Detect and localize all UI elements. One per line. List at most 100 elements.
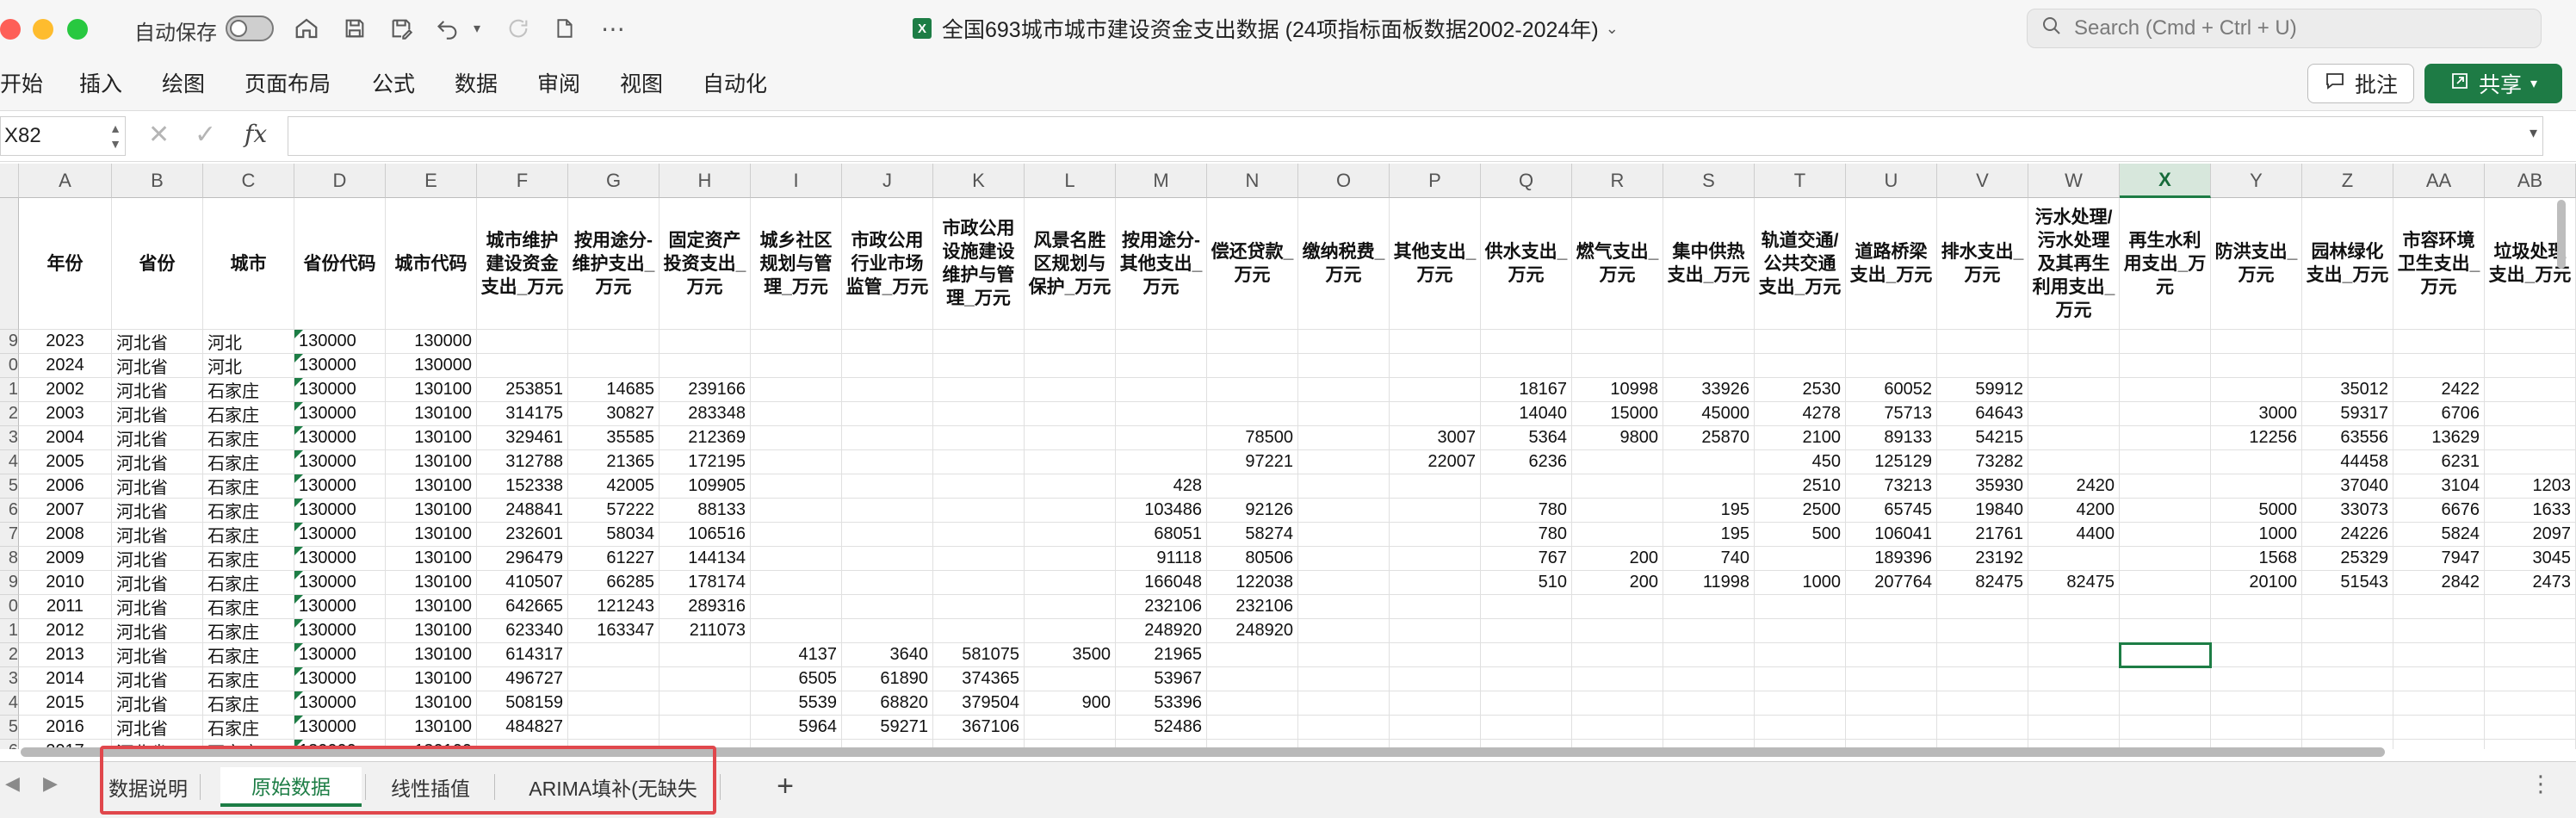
- table-cell[interactable]: 68820: [842, 691, 933, 716]
- table-cell[interactable]: [842, 450, 933, 474]
- table-cell[interactable]: 581075: [933, 643, 1025, 667]
- table-cell[interactable]: [1116, 450, 1207, 474]
- table-cell[interactable]: 5364: [1481, 426, 1572, 450]
- table-cell[interactable]: 石家庄: [203, 450, 294, 474]
- table-cell[interactable]: 河北省: [112, 450, 203, 474]
- table-cell[interactable]: 166048: [1116, 571, 1207, 595]
- table-cell[interactable]: [933, 571, 1025, 595]
- table-cell[interactable]: 2003: [19, 402, 112, 426]
- table-cell[interactable]: [2393, 643, 2485, 667]
- header-cell[interactable]: 污水处理/污水处理及其再生利用支出_万元: [2028, 198, 2120, 330]
- table-cell[interactable]: 21365: [568, 450, 659, 474]
- formula-input[interactable]: ▾: [288, 116, 2543, 156]
- table-cell[interactable]: [2485, 643, 2576, 667]
- table-cell[interactable]: 106041: [1846, 523, 1937, 547]
- row-header[interactable]: 1: [0, 619, 19, 643]
- table-cell[interactable]: [2302, 619, 2393, 643]
- table-cell[interactable]: 54215: [1937, 426, 2028, 450]
- table-cell[interactable]: 379504: [933, 691, 1025, 716]
- table-cell[interactable]: 329461: [477, 426, 568, 450]
- table-cell[interactable]: [751, 378, 842, 402]
- header-cell[interactable]: 省份代码: [294, 198, 386, 330]
- table-cell[interactable]: [2393, 740, 2485, 749]
- table-cell[interactable]: [1481, 716, 1572, 740]
- table-cell[interactable]: 642665: [477, 595, 568, 619]
- table-cell[interactable]: 500: [1755, 523, 1846, 547]
- header-cell[interactable]: 市容环境卫生支出_万元: [2393, 198, 2485, 330]
- table-cell[interactable]: [568, 354, 659, 378]
- header-cell[interactable]: 按用途分-其他支出_万元: [1116, 198, 1207, 330]
- table-cell[interactable]: [1390, 330, 1481, 354]
- table-cell[interactable]: 130000: [386, 330, 477, 354]
- table-cell[interactable]: [1207, 667, 1298, 691]
- table-cell[interactable]: 130100: [386, 667, 477, 691]
- table-cell[interactable]: [1207, 378, 1298, 402]
- table-cell[interactable]: 614317: [477, 643, 568, 667]
- table-cell[interactable]: 92126: [1207, 499, 1298, 523]
- table-cell[interactable]: [568, 716, 659, 740]
- header-cell[interactable]: 道路桥梁支出_万元: [1846, 198, 1937, 330]
- table-cell[interactable]: [1298, 499, 1390, 523]
- column-header-d[interactable]: D: [294, 164, 386, 198]
- share-button[interactable]: 共享 ▾: [2424, 64, 2562, 103]
- column-header-g[interactable]: G: [568, 164, 659, 198]
- table-cell[interactable]: [1298, 643, 1390, 667]
- table-cell[interactable]: 410507: [477, 571, 568, 595]
- table-cell[interactable]: [1298, 474, 1390, 499]
- table-cell[interactable]: 2004: [19, 426, 112, 450]
- table-cell[interactable]: [2120, 426, 2211, 450]
- table-cell[interactable]: 130100: [386, 474, 477, 499]
- table-cell[interactable]: [933, 354, 1025, 378]
- table-cell[interactable]: 130000: [386, 354, 477, 378]
- table-cell[interactable]: 河北省: [112, 330, 203, 354]
- table-cell[interactable]: 2010: [19, 571, 112, 595]
- table-cell[interactable]: [2211, 691, 2302, 716]
- name-box[interactable]: X82 ▲ ▼: [0, 116, 126, 156]
- table-cell[interactable]: 石家庄: [203, 716, 294, 740]
- table-cell[interactable]: 508159: [477, 691, 568, 716]
- table-cell[interactable]: 130100: [386, 643, 477, 667]
- column-header-e[interactable]: E: [386, 164, 477, 198]
- table-cell[interactable]: 88133: [659, 499, 751, 523]
- menu-insert[interactable]: 插入: [79, 67, 122, 98]
- table-cell[interactable]: 5000: [2211, 499, 2302, 523]
- table-cell[interactable]: [2485, 426, 2576, 450]
- table-cell[interactable]: [933, 378, 1025, 402]
- table-cell[interactable]: [1572, 643, 1663, 667]
- table-cell[interactable]: [2028, 426, 2120, 450]
- table-cell[interactable]: [659, 691, 751, 716]
- table-cell[interactable]: [1298, 450, 1390, 474]
- table-cell[interactable]: [2302, 691, 2393, 716]
- table-cell[interactable]: [2393, 716, 2485, 740]
- table-cell[interactable]: [1755, 667, 1846, 691]
- table-cell[interactable]: 53967: [1116, 667, 1207, 691]
- column-header-v[interactable]: V: [1937, 164, 2028, 198]
- table-cell[interactable]: [1481, 354, 1572, 378]
- table-cell[interactable]: 7947: [2393, 547, 2485, 571]
- header-cell[interactable]: 再生水利用支出_万元: [2120, 198, 2211, 330]
- header-cell[interactable]: 偿还贷款_万元: [1207, 198, 1298, 330]
- table-cell[interactable]: [1663, 354, 1755, 378]
- table-cell[interactable]: 296479: [477, 547, 568, 571]
- table-cell[interactable]: [1207, 354, 1298, 378]
- cancel-entry-icon[interactable]: ✕: [148, 120, 170, 150]
- table-cell[interactable]: 97221: [1207, 450, 1298, 474]
- table-cell[interactable]: 5964: [751, 716, 842, 740]
- table-cell[interactable]: 130100: [386, 571, 477, 595]
- table-cell[interactable]: [842, 499, 933, 523]
- table-cell[interactable]: [1390, 378, 1481, 402]
- column-header-h[interactable]: H: [659, 164, 751, 198]
- table-cell[interactable]: 14040: [1481, 402, 1572, 426]
- table-cell[interactable]: [1390, 643, 1481, 667]
- table-cell[interactable]: 6706: [2393, 402, 2485, 426]
- table-cell[interactable]: 河北省: [112, 595, 203, 619]
- table-cell[interactable]: [1572, 330, 1663, 354]
- table-cell[interactable]: 2473: [2485, 571, 2576, 595]
- table-cell[interactable]: 1203: [2485, 474, 2576, 499]
- menu-automate[interactable]: 自动化: [703, 67, 767, 98]
- table-cell[interactable]: 河北省: [112, 571, 203, 595]
- table-cell[interactable]: [1572, 523, 1663, 547]
- table-cell[interactable]: [1755, 595, 1846, 619]
- table-cell[interactable]: 125129: [1846, 450, 1937, 474]
- table-cell[interactable]: [1207, 716, 1298, 740]
